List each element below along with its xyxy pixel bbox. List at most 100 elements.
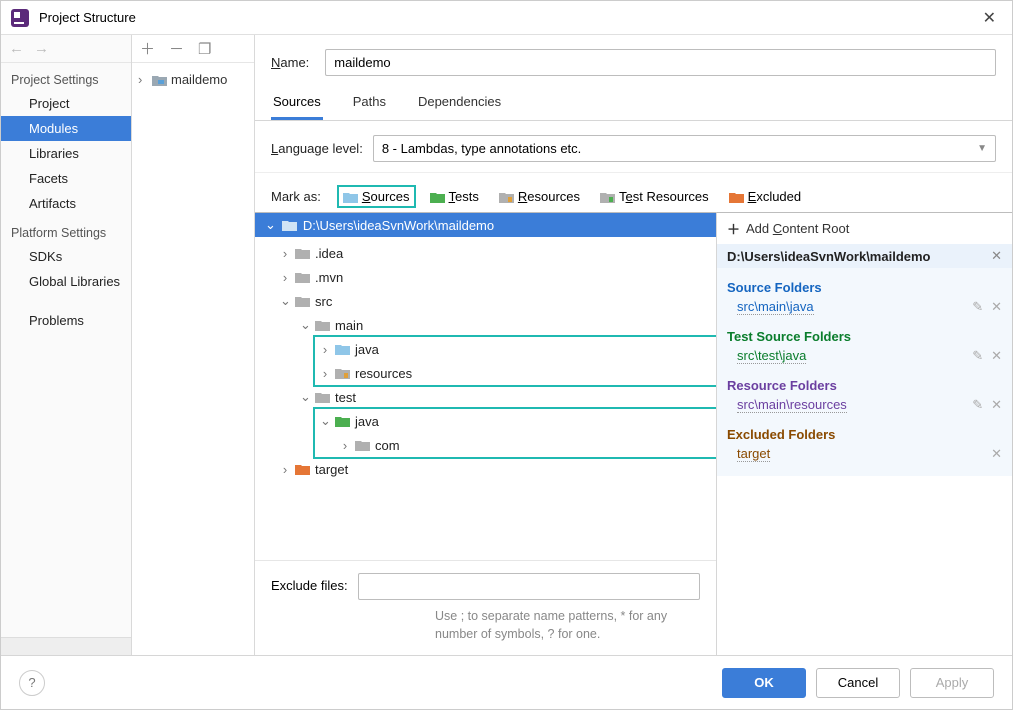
edit-icon[interactable]: ✎ [972,348,983,364]
chevron-right-icon: › [280,462,290,477]
language-level-value: 8 - Lambdas, type annotations etc. [382,141,581,156]
resources-folder-icon [499,191,514,203]
folder-tree-pane: ⌄ D:\Users\ideaSvnWork\maildemo ›.idea ›… [255,212,716,655]
module-editor: Name: Sources Paths Dependencies Languag… [255,35,1012,655]
tree-row-src[interactable]: ⌄src [255,289,716,313]
chevron-down-icon: ⌄ [265,217,276,233]
tree-row-mvn[interactable]: ›.mvn [255,265,716,289]
content-root-path: D:\Users\ideaSvnWork\maildemo [727,249,931,264]
module-name: maildemo [171,72,227,87]
nav-global-libraries[interactable]: Global Libraries [1,269,131,294]
remove-icon[interactable]: ✕ [991,348,1002,364]
nav-project[interactable]: Project [1,91,131,116]
mark-as-label: Mark as: [271,189,321,204]
edit-icon[interactable]: ✎ [972,397,983,413]
sources-split: ⌄ D:\Users\ideaSvnWork\maildemo ›.idea ›… [255,212,1012,655]
folder-tree: ›.idea ›.mvn ⌄src ⌄main ›java ›resources… [255,237,716,560]
help-button[interactable]: ? [19,670,45,696]
nav-sdks[interactable]: SDKs [1,244,131,269]
cancel-button[interactable]: Cancel [816,668,900,698]
tree-row-com[interactable]: ›com [315,433,710,457]
tree-row-test[interactable]: ⌄test [255,385,716,409]
close-icon[interactable]: ✕ [977,8,1002,28]
tree-row-main-java[interactable]: ›java [315,337,710,361]
tab-dependencies[interactable]: Dependencies [416,86,503,120]
folder-icon [315,319,330,331]
highlighted-test-box: ⌄java ›com [315,409,716,457]
edit-icon[interactable]: ✎ [972,299,983,315]
apply-button[interactable]: Apply [910,668,994,698]
tab-sources[interactable]: Sources [271,86,323,120]
remove-icon[interactable]: ✕ [991,446,1002,462]
excluded-folder-item[interactable]: target ✕ [727,444,1002,470]
source-folder-item[interactable]: src\main\java ✎✕ [727,297,1002,323]
mark-resources[interactable]: Resources [495,187,584,206]
chevron-right-icon: › [138,72,148,87]
mark-sources[interactable]: Sources [339,187,414,206]
name-row: Name: [255,35,1012,86]
mark-test-resources[interactable]: Test Resources [596,187,713,206]
mark-as-row: Mark as: Sources Tests Resources Test Re… [255,173,1012,212]
tree-row-test-java[interactable]: ⌄java [315,409,710,433]
project-structure-dialog: Project Structure ✕ ← → Project Settings… [0,0,1013,710]
nav-modules[interactable]: Modules [1,116,131,141]
plus-icon: ＋ [727,219,740,238]
mark-tests[interactable]: Tests [426,187,483,206]
chevron-right-icon: › [280,246,290,261]
remove-module-icon[interactable]: － [169,38,184,59]
tree-root-row[interactable]: ⌄ D:\Users\ideaSvnWork\maildemo [255,213,716,237]
source-folder-icon [335,343,350,355]
tab-paths[interactable]: Paths [351,86,388,120]
content-root-path-row[interactable]: D:\Users\ideaSvnWork\maildemo ✕ [717,244,1012,268]
nav-facets[interactable]: Facets [1,166,131,191]
module-row-maildemo[interactable]: › maildemo [132,69,254,90]
folder-icon [295,271,310,283]
module-toolbar: ＋ － ❐ [132,35,254,63]
chevron-down-icon: ⌄ [320,413,330,429]
test-source-folder-item[interactable]: src\test\java ✎✕ [727,346,1002,372]
ok-button[interactable]: OK [722,668,806,698]
folder-icon [295,247,310,259]
tree-row-idea[interactable]: ›.idea [255,241,716,265]
sidebar-status [1,637,131,655]
language-level-row: Language level: 8 - Lambdas, type annota… [255,121,1012,173]
titlebar: Project Structure ✕ [1,1,1012,35]
back-arrow-icon[interactable]: ← [9,40,24,57]
mark-excluded[interactable]: Excluded [725,187,805,206]
resource-folder-item[interactable]: src\main\resources ✎✕ [727,395,1002,421]
module-name-input[interactable] [325,49,996,76]
tree-root-path: D:\Users\ideaSvnWork\maildemo [303,218,494,233]
highlighted-main-box: ›java ›resources [315,337,716,385]
nav-artifacts[interactable]: Artifacts [1,191,131,216]
nav-libraries[interactable]: Libraries [1,141,131,166]
remove-icon[interactable]: ✕ [991,299,1002,315]
remove-content-root-icon[interactable]: ✕ [991,248,1002,264]
chevron-right-icon: › [320,342,330,357]
source-folders-title: Source Folders [727,274,1002,297]
add-content-root[interactable]: ＋ Add Content Root [717,213,1012,244]
chevron-down-icon: ⌄ [300,317,310,333]
tree-row-main-resources[interactable]: ›resources [315,361,710,385]
language-level-select[interactable]: 8 - Lambdas, type annotations etc. ▼ [373,135,996,162]
copy-module-icon[interactable]: ❐ [198,40,211,58]
settings-sidebar: ← → Project Settings Project Modules Lib… [1,35,132,655]
chevron-right-icon: › [320,366,330,381]
add-module-icon[interactable]: ＋ [140,38,155,59]
remove-icon[interactable]: ✕ [991,397,1002,413]
dialog-footer: ? OK Cancel Apply [1,655,1012,709]
module-folder-icon [152,74,167,86]
excluded-folders-title: Excluded Folders [727,421,1002,444]
exclude-files-row: Exclude files: [255,560,716,604]
content-root-details: Source Folders src\main\java ✎✕ Test Sou… [717,268,1012,476]
exclude-files-input[interactable] [358,573,700,600]
tree-row-main[interactable]: ⌄main [255,313,716,337]
forward-arrow-icon[interactable]: → [34,40,49,57]
chevron-down-icon: ⌄ [280,293,290,309]
tree-row-target[interactable]: ›target [255,457,716,481]
test-resources-folder-icon [600,191,615,203]
nav-history: ← → [1,35,131,63]
chevron-right-icon: › [280,270,290,285]
folder-icon [315,391,330,403]
nav-problems[interactable]: Problems [1,308,131,333]
section-project-settings: Project Settings [1,63,131,91]
